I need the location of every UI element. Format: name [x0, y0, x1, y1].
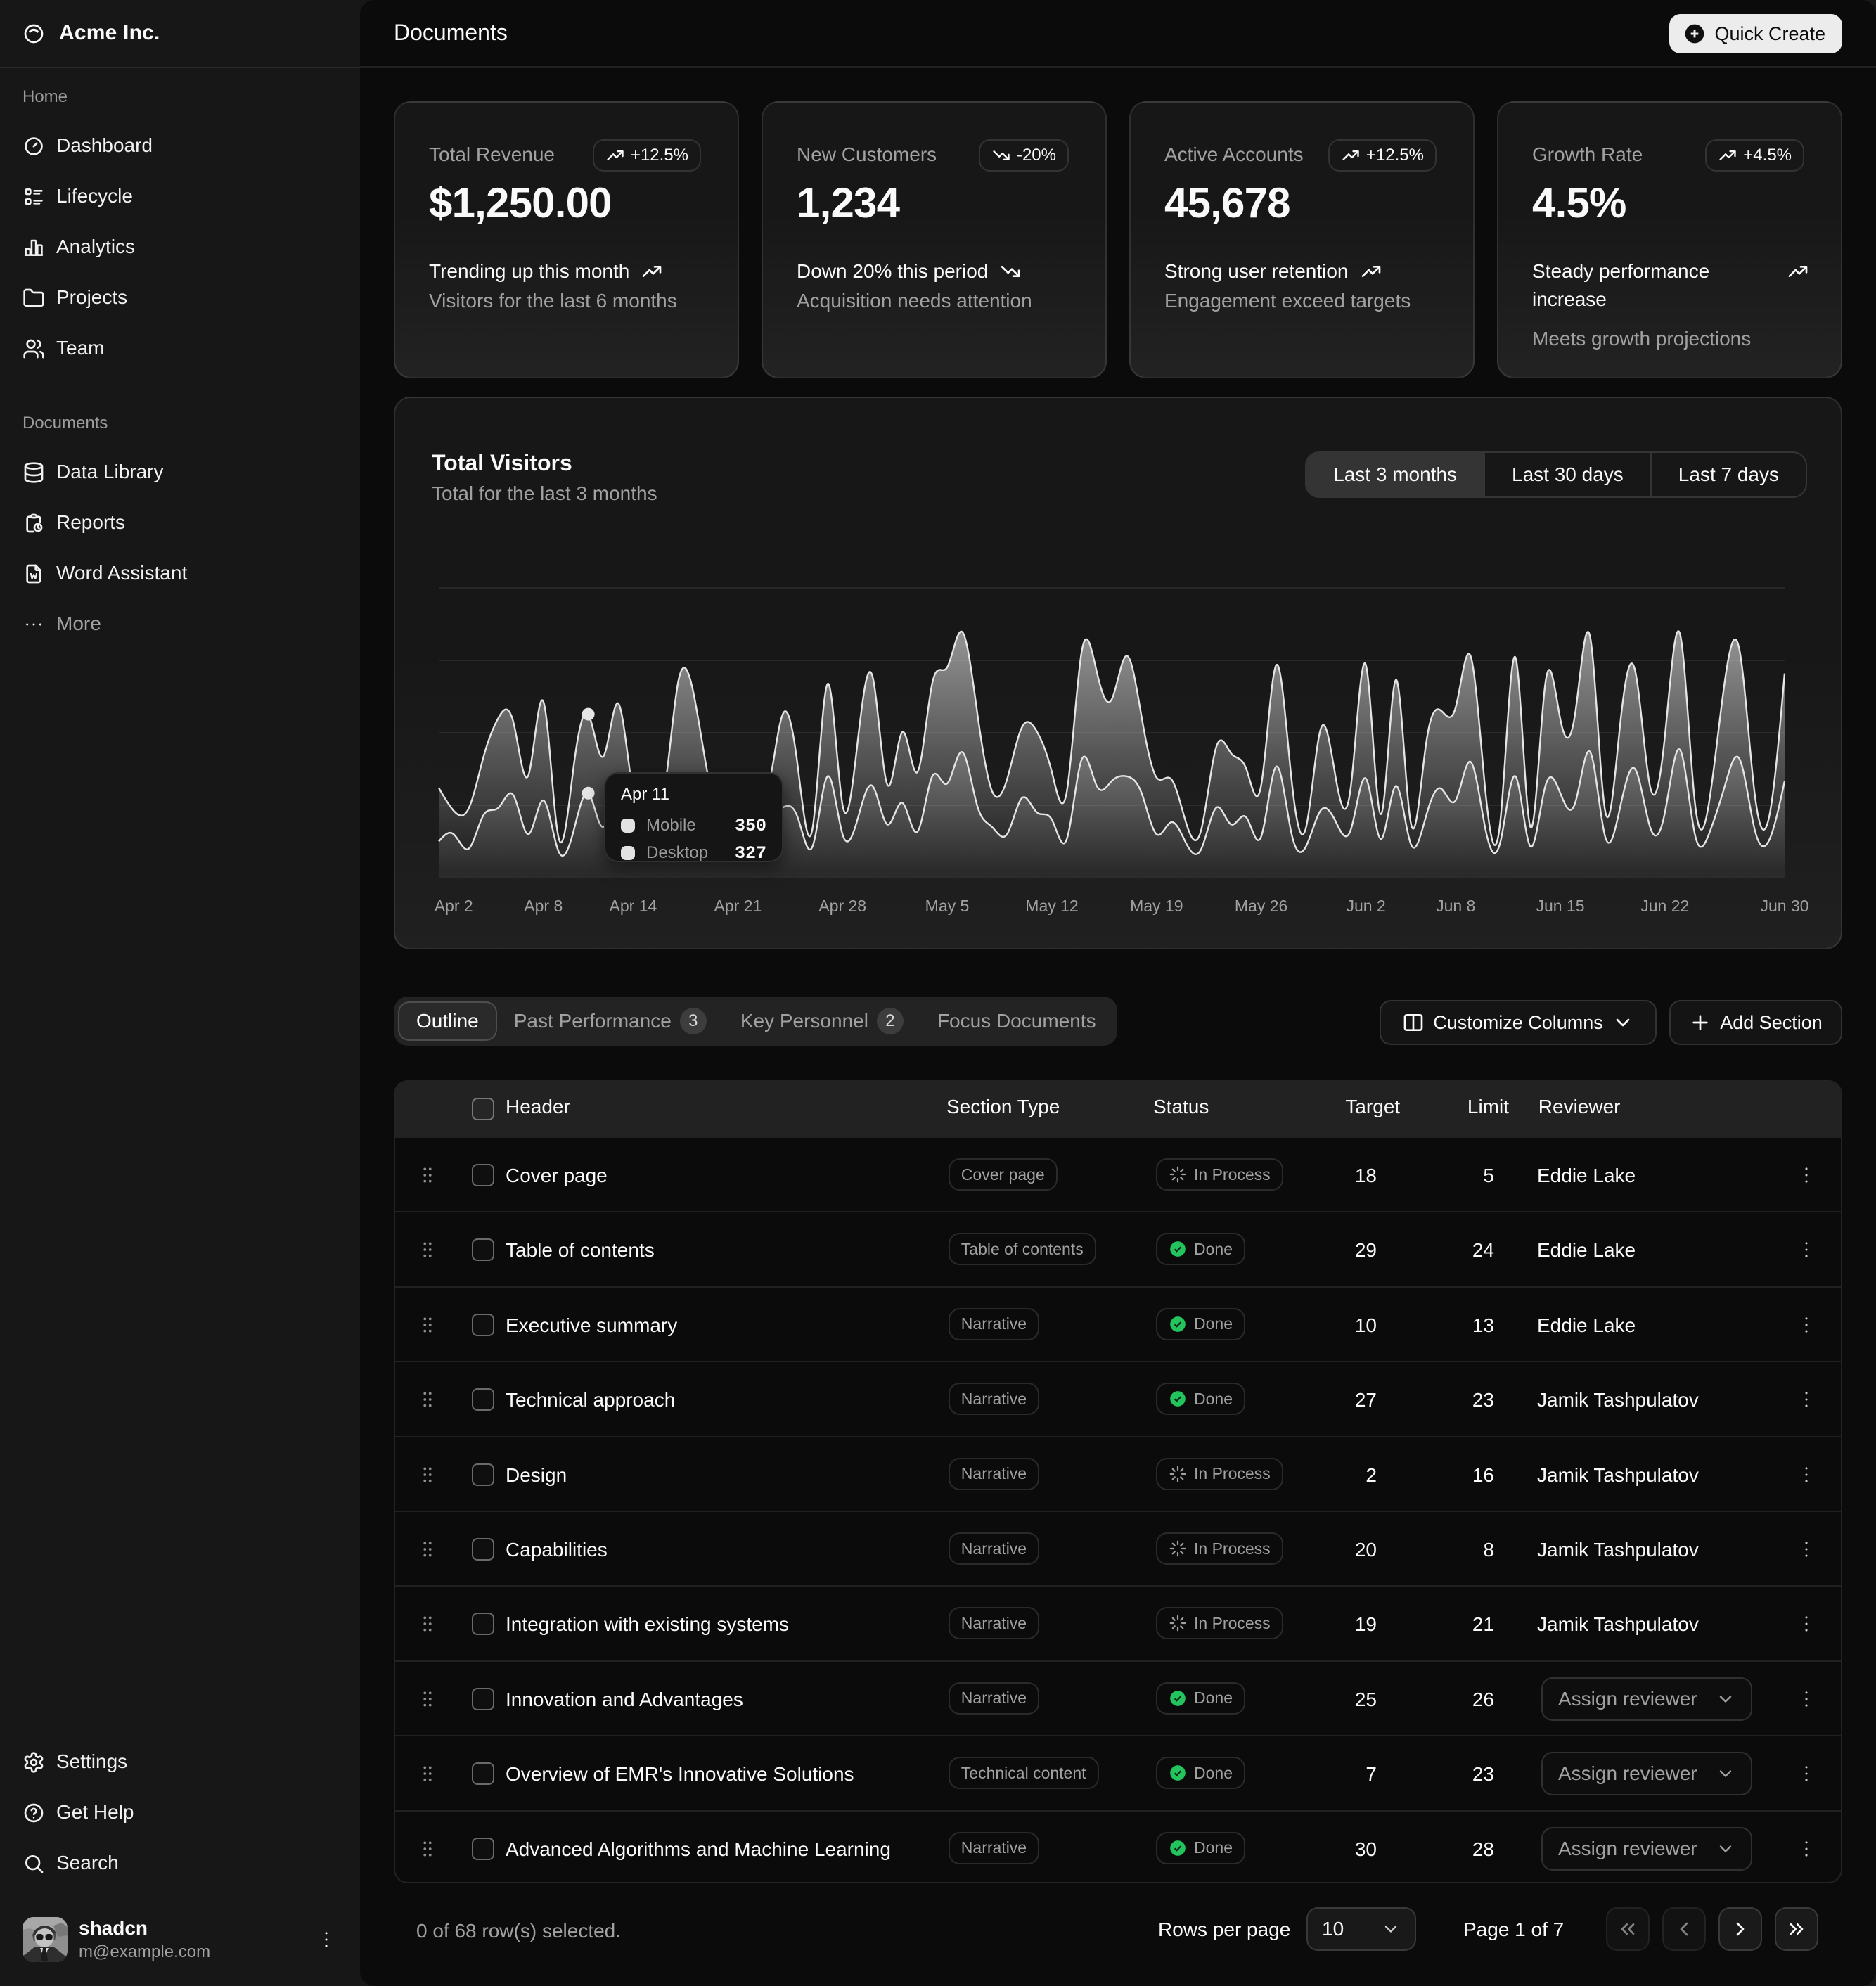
svg-text:Apr 28: Apr 28 [818, 897, 866, 915]
svg-text:Jun 15: Jun 15 [1536, 897, 1584, 915]
svg-text:Apr 14: Apr 14 [610, 897, 657, 915]
svg-text:May 5: May 5 [925, 897, 970, 915]
svg-text:May 26: May 26 [1235, 897, 1287, 915]
svg-text:Apr 21: Apr 21 [714, 897, 762, 915]
svg-text:Jun 2: Jun 2 [1346, 897, 1385, 915]
svg-text:May 12: May 12 [1025, 897, 1078, 915]
svg-text:Apr 8: Apr 8 [524, 897, 563, 915]
svg-text:Apr 2: Apr 2 [435, 897, 473, 915]
svg-text:Jun 22: Jun 22 [1640, 897, 1689, 915]
svg-text:Jun 30: Jun 30 [1760, 897, 1808, 915]
svg-text:Jun 8: Jun 8 [1436, 897, 1475, 915]
svg-text:May 19: May 19 [1130, 897, 1183, 915]
